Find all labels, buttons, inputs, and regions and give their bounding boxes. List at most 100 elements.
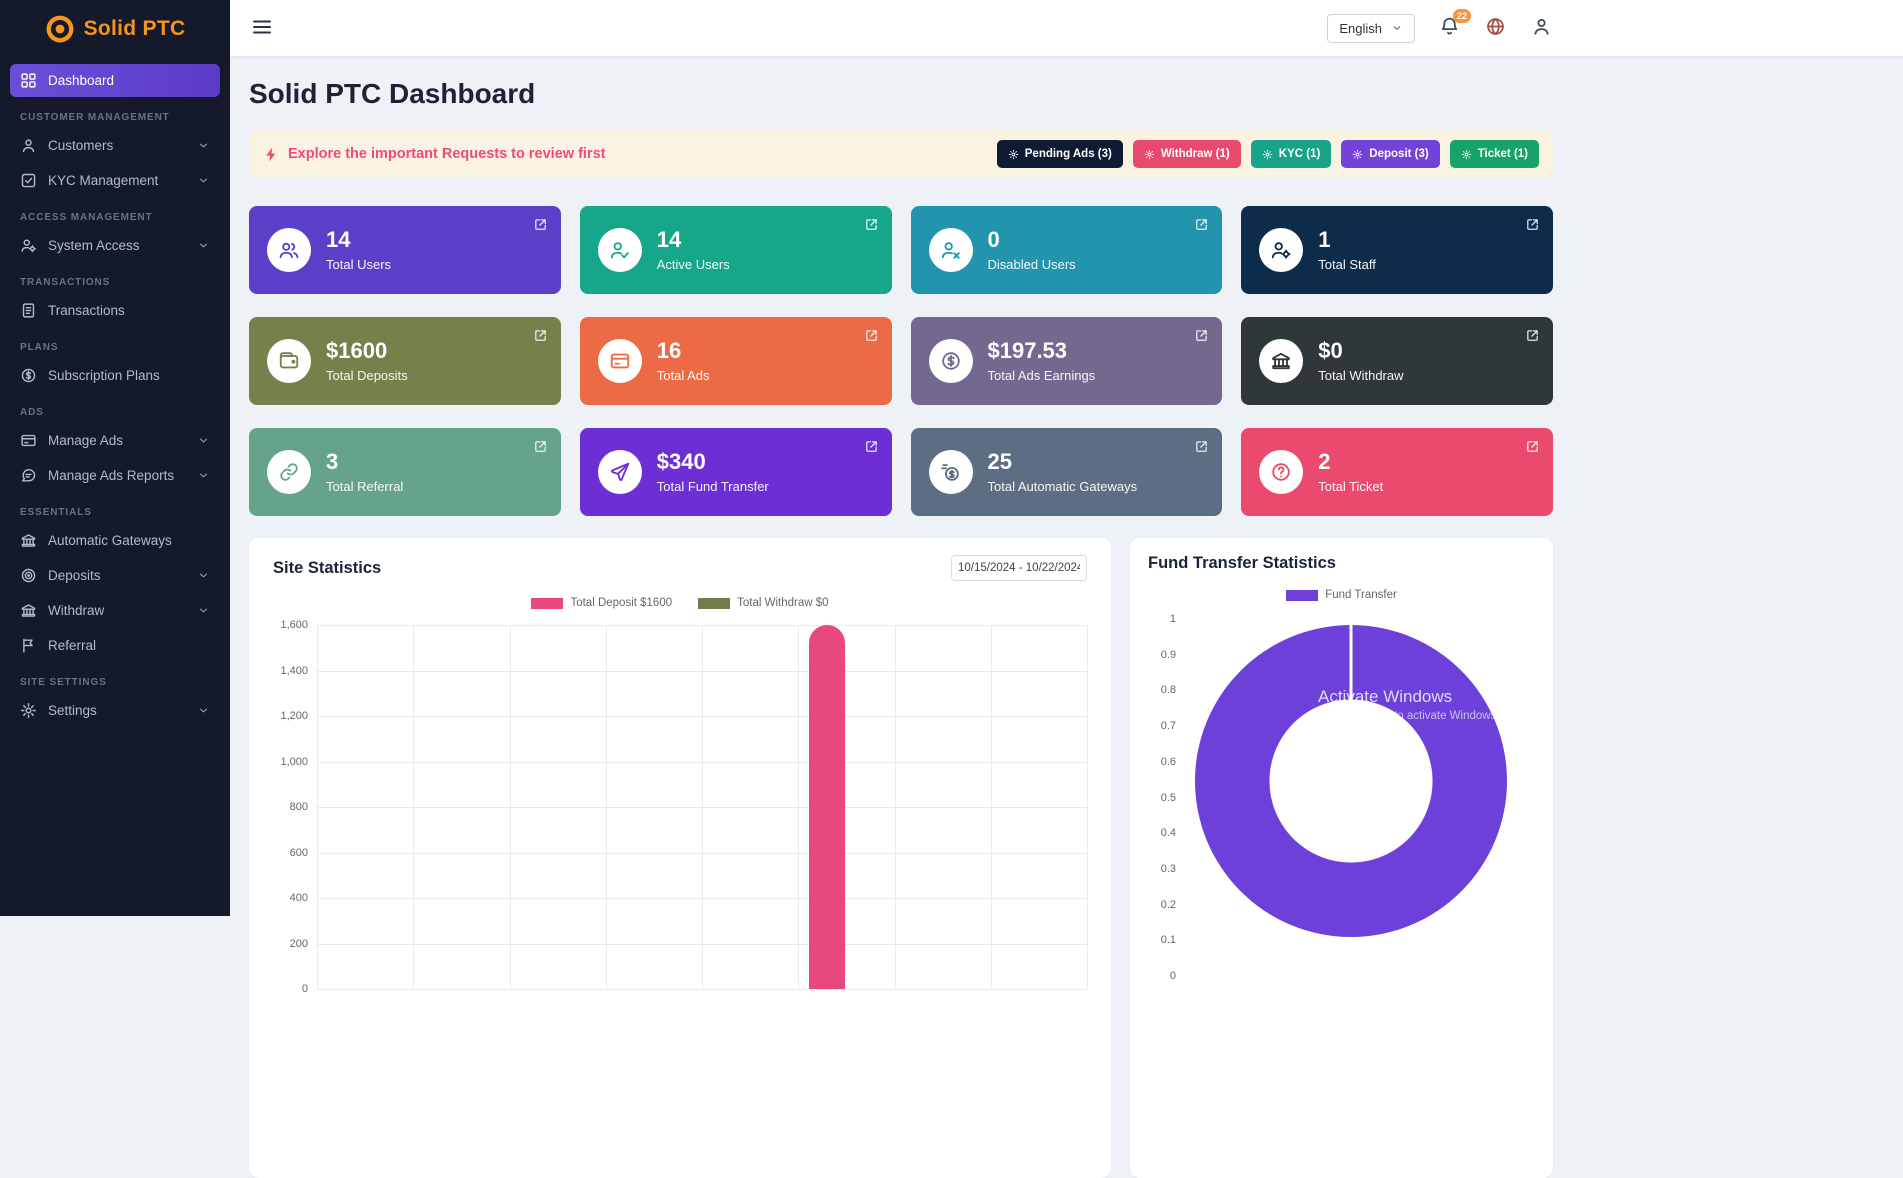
quick-filter-deposit-3-button[interactable]: Deposit (3) bbox=[1341, 140, 1439, 168]
user-x-icon bbox=[929, 228, 973, 272]
quick-filter-label: Pending Ads (3) bbox=[1025, 148, 1112, 160]
stat-card-total-automatic-gateways[interactable]: 25Total Automatic Gateways bbox=[911, 428, 1223, 516]
alert-buttons: Pending Ads (3) Withdraw (1) KYC (1) Deposi… bbox=[997, 140, 1539, 168]
stat-card-label: Total Withdraw bbox=[1318, 368, 1403, 383]
quick-filter-kyc-1-button[interactable]: KYC (1) bbox=[1251, 140, 1332, 168]
quick-filter-pending-ads-3-button[interactable]: Pending Ads (3) bbox=[997, 140, 1123, 168]
external-link-icon[interactable] bbox=[1525, 328, 1540, 343]
stat-card-value: 3 bbox=[326, 450, 403, 474]
y-tick-label: 400 bbox=[290, 892, 308, 904]
y-tick-label: 1,400 bbox=[280, 665, 308, 677]
external-link-icon[interactable] bbox=[533, 328, 548, 343]
gateway-icon bbox=[929, 450, 973, 494]
sun-icon bbox=[1144, 149, 1155, 160]
logo[interactable]: Solid PTC bbox=[0, 0, 230, 58]
sidebar-item-label: Manage Ads Reports bbox=[48, 468, 186, 483]
stat-card-total-ticket[interactable]: 2Total Ticket bbox=[1241, 428, 1553, 516]
logo-icon bbox=[45, 14, 75, 44]
y-tick-label: 0 bbox=[302, 983, 308, 995]
main-area: English 22 Solid PTC Dashb bbox=[230, 0, 1903, 916]
external-link-icon[interactable] bbox=[1525, 439, 1540, 454]
logo-text: Solid PTC bbox=[84, 17, 186, 41]
sidebar-item-settings[interactable]: Settings bbox=[10, 694, 220, 727]
stat-card-value: $197.53 bbox=[988, 339, 1096, 363]
sidebar-item-dashboard[interactable]: Dashboard bbox=[10, 64, 220, 97]
stat-card-total-referral[interactable]: 3 Total Referral bbox=[249, 428, 561, 516]
external-link-icon[interactable] bbox=[533, 439, 548, 454]
site-stats-chart: 1,6001,4001,2001,0008006004002000 bbox=[273, 625, 1087, 989]
notifications-button[interactable]: 22 bbox=[1437, 16, 1461, 40]
user-icon bbox=[1531, 25, 1552, 40]
link-icon bbox=[267, 450, 311, 494]
y-tick-label: 0.2 bbox=[1154, 899, 1176, 911]
y-tick-label: 0.8 bbox=[1154, 684, 1176, 696]
visit-site-button[interactable] bbox=[1483, 16, 1507, 40]
stat-card-text: $197.53 Total Ads Earnings bbox=[988, 339, 1096, 382]
profile-button[interactable] bbox=[1529, 16, 1553, 40]
sidebar-item-subscription-plans[interactable]: Subscription Plans bbox=[10, 359, 220, 392]
sidebar-item-withdraw[interactable]: Withdraw bbox=[10, 594, 220, 627]
y-tick-label: 800 bbox=[290, 801, 308, 813]
date-range-input[interactable] bbox=[951, 555, 1087, 581]
quick-filter-ticket-1-button[interactable]: Ticket (1) bbox=[1450, 140, 1539, 168]
menu-toggle-button[interactable] bbox=[249, 15, 275, 41]
wallet-icon bbox=[267, 339, 311, 383]
language-select[interactable]: English bbox=[1327, 14, 1415, 43]
quick-filter-label: Deposit (3) bbox=[1369, 148, 1428, 160]
stat-card-value: 1 bbox=[1318, 228, 1376, 252]
sidebar-item-transactions[interactable]: Transactions bbox=[10, 294, 220, 327]
y-tick-label: 0.3 bbox=[1154, 863, 1176, 875]
stat-card-value: 2 bbox=[1318, 450, 1383, 474]
stat-card-total-users[interactable]: 14Total Users bbox=[249, 206, 561, 294]
external-link-icon[interactable] bbox=[864, 328, 879, 343]
bar-total-deposit-1600-10-20-2024[interactable] bbox=[809, 625, 845, 989]
y-tick-label: 1,200 bbox=[280, 710, 308, 722]
sidebar-item-manage-ads[interactable]: Manage Ads bbox=[10, 424, 220, 457]
user-cog-icon bbox=[1259, 228, 1303, 272]
alert-banner: Explore the important Requests to review… bbox=[249, 130, 1553, 178]
y-tick-label: 1,600 bbox=[280, 619, 308, 631]
stat-card-disabled-users[interactable]: 0Disabled Users bbox=[911, 206, 1223, 294]
stat-card-total-ads-earnings[interactable]: $197.53 Total Ads Earnings bbox=[911, 317, 1223, 405]
stat-card-total-deposits[interactable]: $1600Total Deposits bbox=[249, 317, 561, 405]
external-link-icon[interactable] bbox=[1194, 439, 1209, 454]
list-icon bbox=[20, 302, 37, 319]
page-content: Solid PTC Dashboard Explore the importan… bbox=[249, 56, 1553, 1178]
external-link-icon[interactable] bbox=[1194, 217, 1209, 232]
sidebar-item-label: Dashboard bbox=[48, 73, 210, 88]
quick-filter-withdraw-1-button[interactable]: Withdraw (1) bbox=[1133, 140, 1241, 168]
sidebar-item-referral[interactable]: Referral bbox=[10, 629, 220, 662]
stat-card-total-ads[interactable]: 16Total Ads bbox=[580, 317, 892, 405]
stat-card-label: Total Ads Earnings bbox=[988, 368, 1096, 383]
sidebar-item-manage-ads-reports[interactable]: Manage Ads Reports bbox=[10, 459, 220, 492]
stat-card-active-users[interactable]: 14Active Users bbox=[580, 206, 892, 294]
stat-card-label: Disabled Users bbox=[988, 257, 1076, 272]
sidebar-item-kyc-management[interactable]: KYC Management bbox=[10, 164, 220, 197]
stat-card-value: 25 bbox=[988, 450, 1138, 474]
external-link-icon[interactable] bbox=[864, 217, 879, 232]
stat-card-value: 14 bbox=[326, 228, 391, 252]
sidebar-item-deposits[interactable]: Deposits bbox=[10, 559, 220, 592]
menu-icon bbox=[250, 27, 274, 42]
stat-card-total-staff[interactable]: 1Total Staff bbox=[1241, 206, 1553, 294]
external-link-icon[interactable] bbox=[1525, 217, 1540, 232]
stat-card-text: 0Disabled Users bbox=[988, 228, 1076, 271]
stat-card-value: $0 bbox=[1318, 339, 1403, 363]
stat-card-total-fund-transfer[interactable]: $340Total Fund Transfer bbox=[580, 428, 892, 516]
fund-transfer-panel: Fund Transfer Statistics Fund Transfer 1… bbox=[1130, 538, 1553, 1178]
card-icon bbox=[598, 339, 642, 383]
sidebar-item-system-access[interactable]: System Access bbox=[10, 229, 220, 262]
external-link-icon[interactable] bbox=[1194, 328, 1209, 343]
external-link-icon[interactable] bbox=[533, 217, 548, 232]
external-link-icon[interactable] bbox=[864, 439, 879, 454]
sidebar-item-automatic-gateways[interactable]: Automatic Gateways bbox=[10, 524, 220, 557]
sidebar-item-customers[interactable]: Customers bbox=[10, 129, 220, 162]
stat-card-total-withdraw[interactable]: $0 Total Withdraw bbox=[1241, 317, 1553, 405]
site-statistics-panel: Site Statistics Total Deposit $1600Total… bbox=[249, 538, 1111, 1178]
legend-swatch bbox=[698, 598, 730, 609]
stat-card-label: Total Referral bbox=[326, 479, 403, 494]
check-square-icon bbox=[20, 172, 37, 189]
chevron-down-icon bbox=[197, 434, 210, 447]
sun-icon bbox=[1008, 149, 1019, 160]
globe-icon bbox=[1485, 25, 1506, 40]
